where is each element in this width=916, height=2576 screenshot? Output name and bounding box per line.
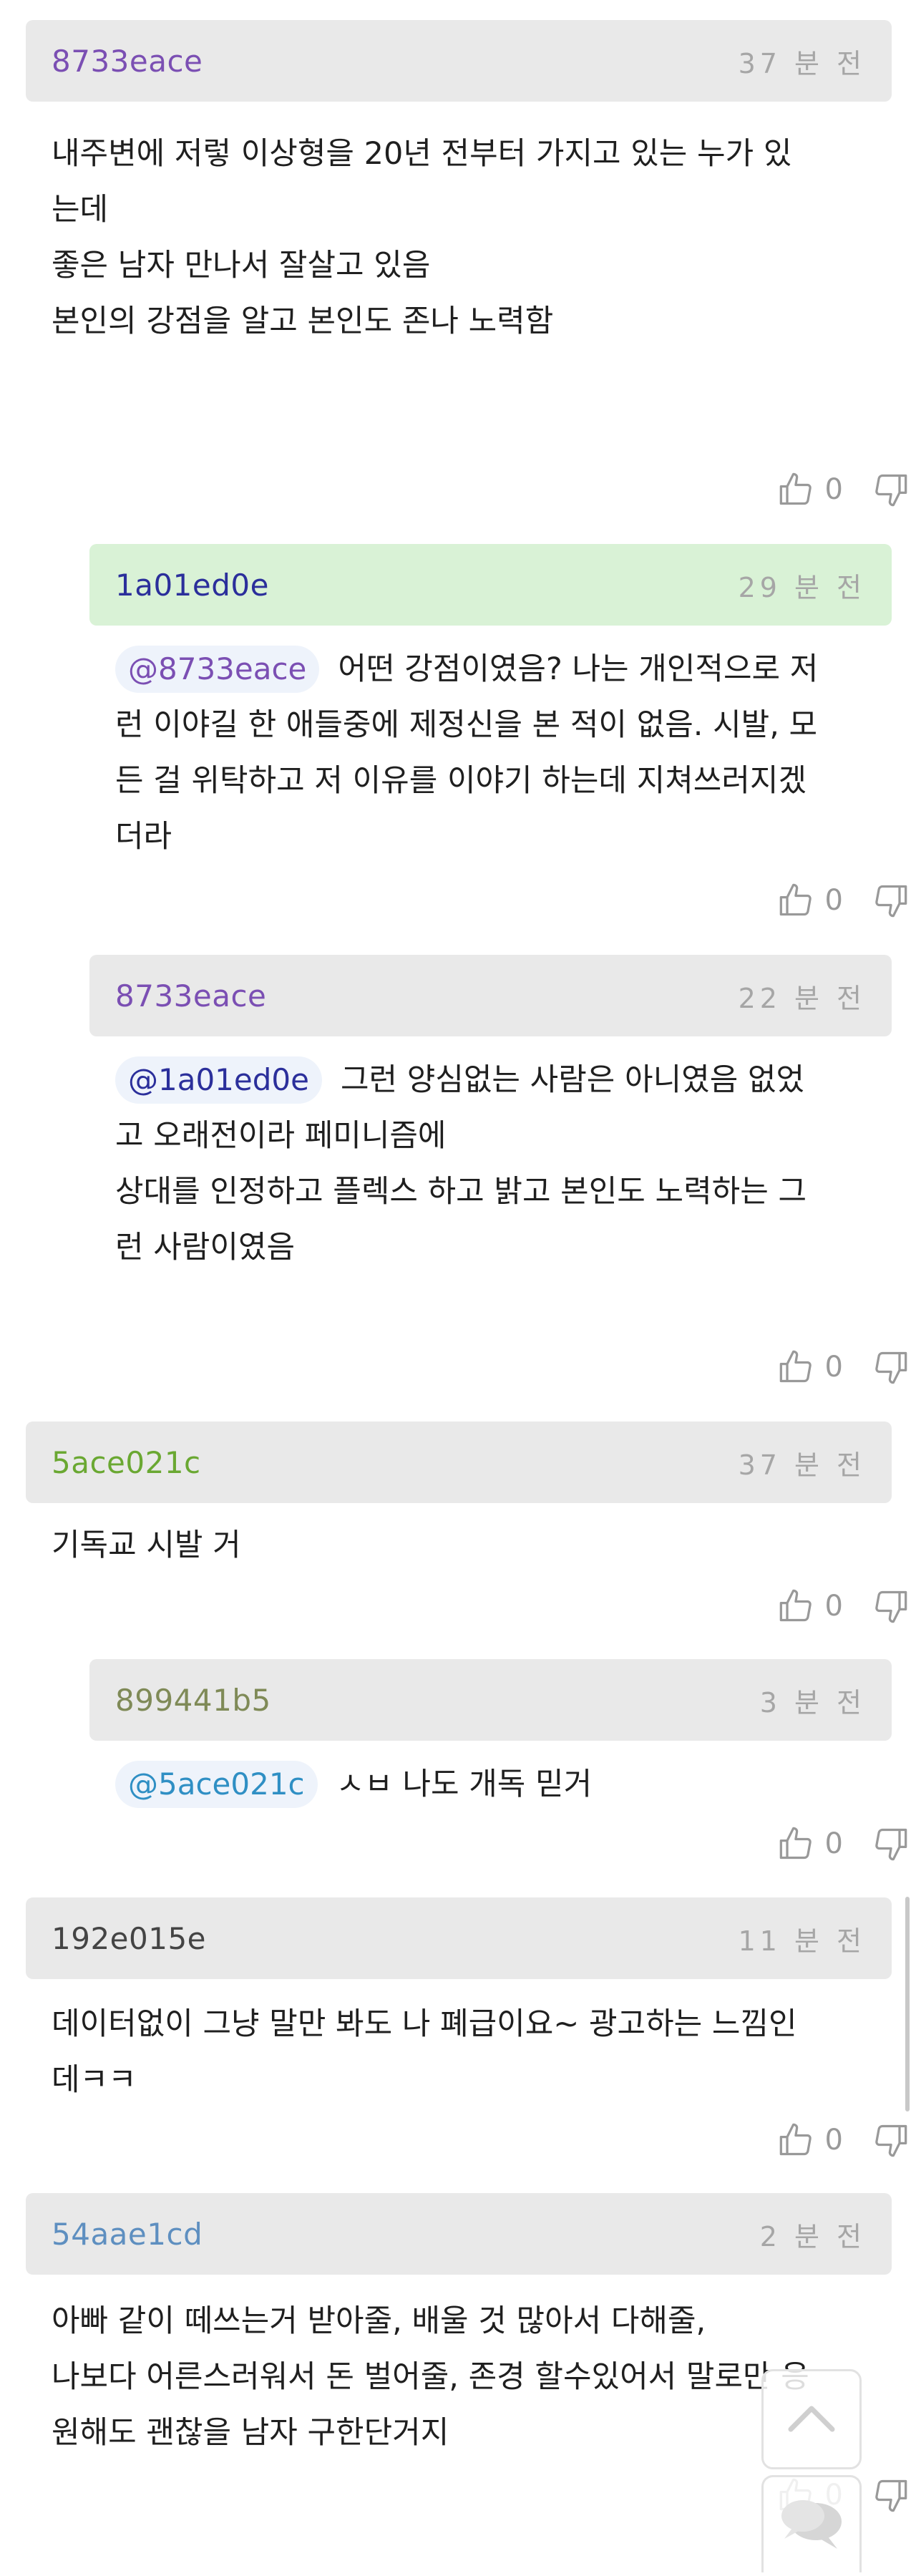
comment-line: 본인의 강점을 알고 본인도 존나 노력함 (52, 303, 554, 339)
comment-time: 22 분 전 (738, 982, 866, 1014)
comment-body: 기독교 시발 거 (26, 1517, 892, 1573)
comment-time: 37 분 전 (738, 47, 866, 79)
vote-bar: 0 (778, 1825, 909, 1862)
thumbs-down-icon[interactable] (872, 1588, 909, 1625)
mention-tag[interactable]: @1a01ed0e (115, 1056, 322, 1104)
thumbs-up-icon (778, 1348, 815, 1386)
comment: 8733eace 37 분 전 내주변에 저렇 이상형을 20년 전부터 가지고… (26, 20, 892, 349)
comment-time: 2 분 전 (759, 2220, 866, 2252)
comment-author[interactable]: 1a01ed0e (115, 568, 269, 603)
like-count: 0 (824, 2124, 843, 2157)
thumbs-down-icon[interactable] (872, 882, 909, 919)
like-count: 0 (824, 473, 843, 506)
comment-author[interactable]: 54aae1cd (52, 2217, 203, 2252)
comment-text: ㅅㅂ 나도 개독 믿거 (336, 1766, 593, 1802)
comment-line: 든 걸 위탁하고 저 이유를 이야기 하는데 지쳐쓰러지겠 (115, 763, 807, 799)
comment-text: 그런 양심없는 사람은 아니였음 없었 (340, 1062, 805, 1098)
comment-time: 11 분 전 (738, 1925, 866, 1957)
comment-line: 기독교 시발 거 (52, 1527, 241, 1563)
like-button[interactable]: 0 (778, 882, 872, 919)
thumbs-down-icon[interactable] (872, 2121, 909, 2159)
comment-body: @8733eace 어떤 강점이였음? 나는 개인적으로 저 런 이야길 한 애들… (89, 641, 892, 865)
comment-line: 좋은 남자 만나서 잘살고 있음 (52, 248, 431, 283)
comment-time: 3 분 전 (759, 1686, 866, 1719)
comment-body: 데이터없이 그냥 말만 봐도 나 폐급이요~ 광고하는 느낌인 데ㅋㅋ (26, 1996, 892, 2108)
vote-bar: 0 (778, 882, 909, 919)
like-button[interactable]: 0 (778, 471, 872, 508)
thumbs-down-icon[interactable] (872, 1825, 909, 1862)
comment-author[interactable]: 8733eace (115, 978, 266, 1014)
comment-author[interactable]: 192e015e (52, 1921, 206, 1956)
scrollbar-thumb[interactable] (905, 1897, 910, 2111)
scroll-top-button[interactable] (761, 2369, 862, 2469)
comment-line: @5ace021c ㅅㅂ 나도 개독 믿거 (115, 1756, 866, 1812)
vote-bar: 0 (778, 1348, 909, 1386)
comment-line: 런 이야길 한 애들중에 제정신을 본 적이 없음. 시발, 모 (115, 707, 818, 743)
comment-line: @1a01ed0e 그런 양심없는 사람은 아니였음 없었 (115, 1052, 866, 1108)
vote-bar: 0 (778, 1588, 909, 1625)
comment-header: 899441b5 3 분 전 (89, 1659, 892, 1741)
thumbs-up-icon (778, 471, 815, 508)
comment-body: @5ace021c ㅅㅂ 나도 개독 믿거 (89, 1756, 892, 1812)
vote-bar: 0 (778, 2121, 909, 2159)
like-count: 0 (824, 1590, 843, 1623)
mention-tag[interactable]: @5ace021c (115, 1761, 318, 1808)
thumbs-down-icon[interactable] (872, 471, 909, 508)
like-count: 0 (824, 884, 843, 917)
comment-text: 어떤 강점이였음? 나는 개인적으로 저 (338, 651, 819, 687)
comment-header: 1a01ed0e 29 분 전 (89, 544, 892, 626)
thumbs-down-icon[interactable] (872, 2477, 909, 2514)
thumbs-up-icon (778, 882, 815, 919)
comment-line: @8733eace 어떤 강점이였음? 나는 개인적으로 저 (115, 641, 866, 697)
comment-line: 데ㅋㅋ (52, 2062, 137, 2098)
comment-header: 192e015e 11 분 전 (26, 1897, 892, 1979)
comment-author[interactable]: 899441b5 (115, 1683, 271, 1718)
chat-bubbles-icon (776, 2492, 847, 2559)
comment-header: 8733eace 37 분 전 (26, 20, 892, 102)
comment: 192e015e 11 분 전 데이터없이 그냥 말만 봐도 나 폐급이요~ 광… (26, 1897, 892, 2108)
comment-line: 원해도 괜찮을 남자 구한단거지 (52, 2415, 449, 2451)
thumbs-up-icon (778, 1825, 815, 1862)
comment-line: 더라 (115, 819, 172, 855)
comment-line: 내주변에 저렇 이상형을 20년 전부터 가지고 있는 누가 있 (52, 136, 792, 172)
comment: 5ace021c 37 분 전 기독교 시발 거 (26, 1421, 892, 1573)
comment-line: 나보다 어른스러워서 돈 벌어줄, 존경 할수있어서 말로만 응 (52, 2359, 809, 2395)
comment-line: 데이터없이 그냥 말만 봐도 나 폐급이요~ 광고하는 느낌인 (52, 2006, 797, 2042)
reply-comment: 1a01ed0e 29 분 전 @8733eace 어떤 강점이였음? 나는 개인… (89, 544, 892, 865)
thumbs-down-icon[interactable] (872, 1348, 909, 1386)
like-count: 0 (824, 1827, 843, 1860)
thumbs-up-icon (778, 1588, 815, 1625)
comment-line: 는데 (52, 192, 109, 228)
comment-body: 내주변에 저렇 이상형을 20년 전부터 가지고 있는 누가 있 는데 좋은 남… (26, 126, 892, 349)
like-count: 0 (824, 1351, 843, 1384)
thumbs-up-icon (778, 2121, 815, 2159)
comment-line: 아빠 같이 떼쓰는거 받아줄, 배울 것 많아서 다해줄, (52, 2303, 706, 2339)
reply-comment: 8733eace 22 분 전 @1a01ed0e 그런 양심없는 사람은 아니였… (89, 955, 892, 1275)
chevron-up-icon (786, 2402, 837, 2436)
comment-time: 37 분 전 (738, 1449, 866, 1481)
comment-header: 5ace021c 37 분 전 (26, 1421, 892, 1503)
comment-header: 8733eace 22 분 전 (89, 955, 892, 1036)
chat-button[interactable] (761, 2475, 862, 2572)
like-button[interactable]: 0 (778, 1348, 872, 1386)
comment-line: 상대를 인정하고 플렉스 하고 밝고 본인도 노력하는 그 (115, 1174, 807, 1210)
mention-tag[interactable]: @8733eace (115, 646, 320, 693)
comment-author[interactable]: 8733eace (52, 44, 203, 79)
like-button[interactable]: 0 (778, 1825, 872, 1862)
comment-header: 54aae1cd 2 분 전 (26, 2193, 892, 2275)
comment-time: 29 분 전 (738, 571, 866, 603)
reply-comment: 899441b5 3 분 전 @5ace021c ㅅㅂ 나도 개독 믿거 (89, 1659, 892, 1812)
like-button[interactable]: 0 (778, 1588, 872, 1625)
vote-bar: 0 (778, 471, 909, 508)
comment-author[interactable]: 5ace021c (52, 1445, 201, 1480)
comment-line: 고 오래전이라 페미니즘에 (115, 1118, 447, 1154)
like-button[interactable]: 0 (778, 2121, 872, 2159)
comment-body: @1a01ed0e 그런 양심없는 사람은 아니였음 없었 고 오래전이라 페미니… (89, 1052, 892, 1275)
comment-line: 런 사람이였음 (115, 1230, 296, 1265)
